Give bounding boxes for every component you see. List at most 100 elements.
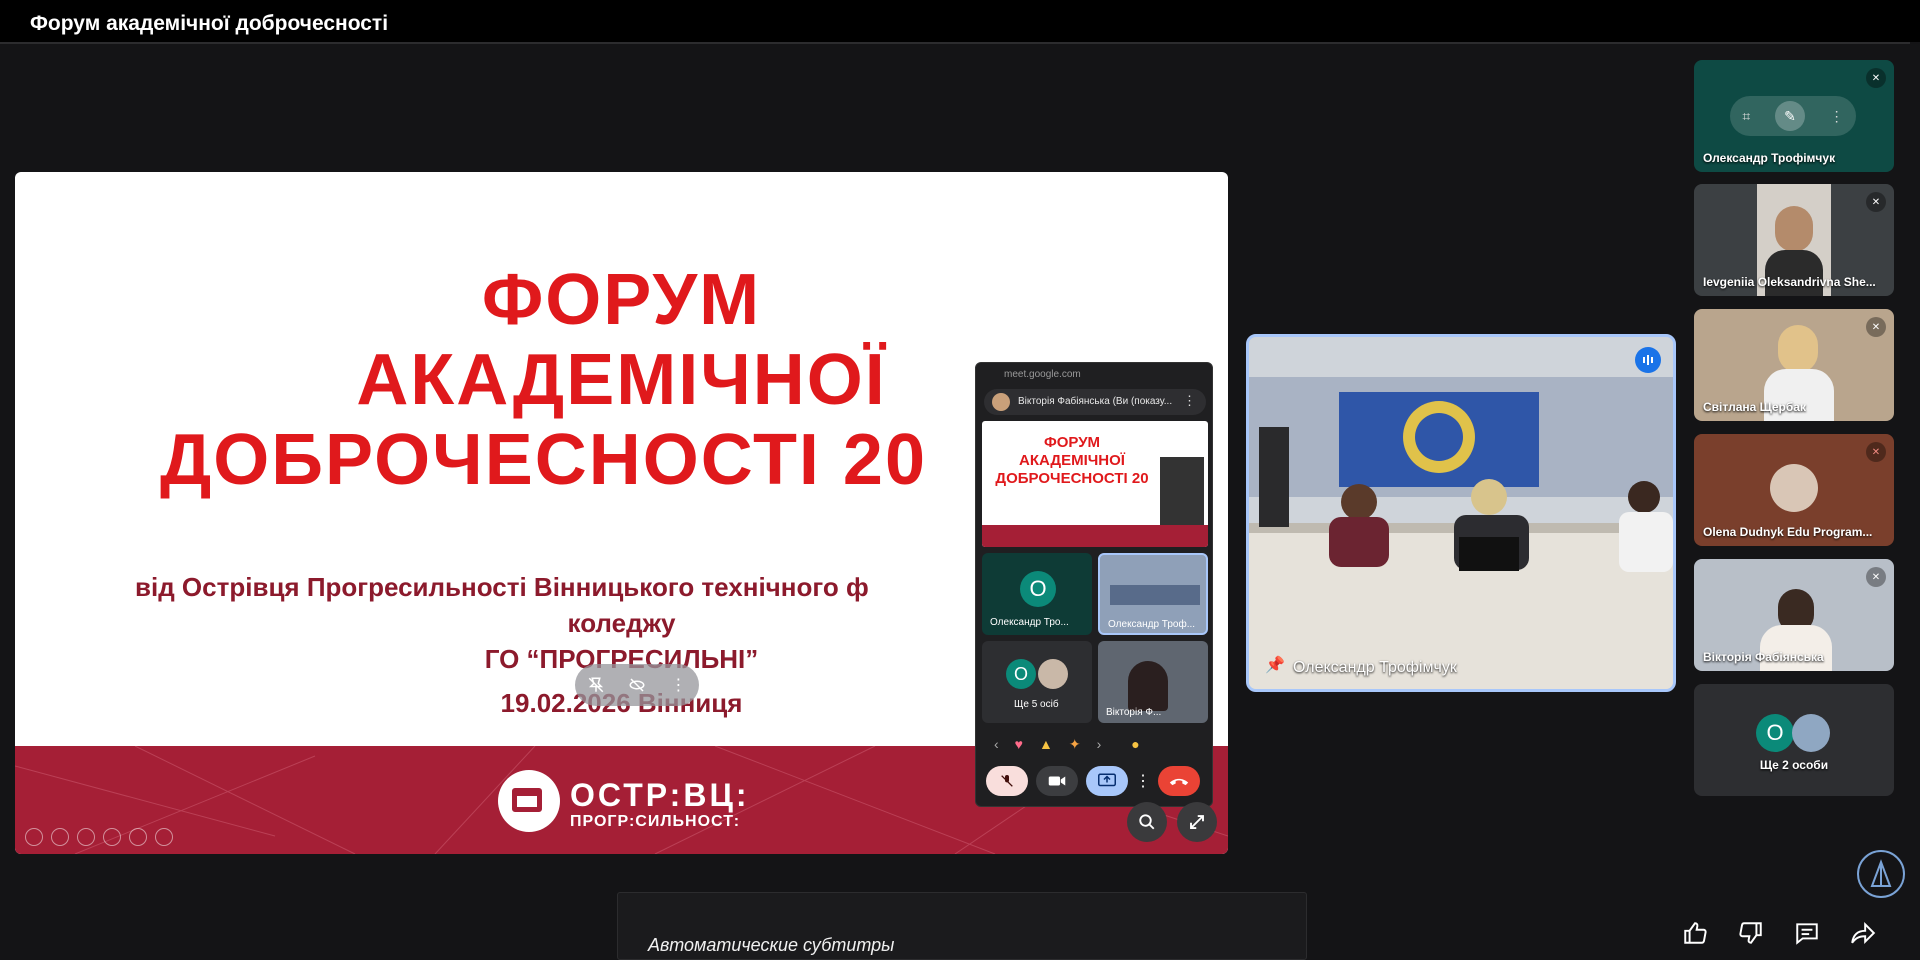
reactions-next-icon[interactable]: › [1097,736,1102,752]
mute-icon: ✕ [1866,192,1886,212]
participant-name: Олександр Трофімчук [1703,151,1836,165]
mini-recursive-screen [1160,457,1204,525]
presenter-avatar [992,393,1010,411]
camera-scene [1249,337,1673,689]
presenter-more-icon[interactable]: ⋮ [1183,393,1196,409]
more-participants-photo [1792,714,1830,752]
pip-tile-4-name: Вікторія Ф... [1106,707,1162,718]
title-bar: Форум академічної доброчесності [0,0,1920,42]
participant-name: Світлана Щербак [1703,400,1806,414]
party-reaction-icon[interactable]: ✦ [1069,736,1081,753]
participant-tile-3[interactable]: ✕ Світлана Щербак [1694,309,1894,421]
pin-off-icon[interactable] [586,675,606,695]
like-icon[interactable] [1680,918,1710,948]
pip-tile-more-photo [1038,659,1068,689]
mute-icon: ✕ [1866,68,1886,88]
pip-tile-2[interactable]: Олександр Троф... [1098,553,1208,635]
slide-title-line1: ФОРУМ [481,260,762,340]
participant-name: Ievgeniia Oleksandrivna She... [1703,275,1876,289]
pip-tile-2-name: Олександр Троф... [1108,619,1196,630]
slide-nav-controls [25,828,173,846]
heart-reaction-icon[interactable]: ♥ [1015,736,1023,752]
grid-icon[interactable] [103,828,121,846]
pip-tile-4[interactable]: Вікторія Ф... [1098,641,1208,723]
pip-tile-1-name: Олександр Тро... [990,617,1069,628]
next-slide-icon[interactable] [51,828,69,846]
meet-pip-window[interactable]: meet.google.com Вікторія Фабіянська (Ви … [975,362,1213,807]
thumbs-up-reaction-icon[interactable]: ▲ [1039,736,1053,752]
dislike-icon[interactable] [1736,918,1766,948]
main-camera-tile[interactable]: 📌 Олександр Трофімчук [1246,334,1676,692]
presenter-row[interactable]: Вікторія Фабіянська (Ви (показу... ⋮ [984,389,1206,415]
more-participants-label: Ще 2 особи [1759,758,1829,772]
pip-tile-more-avatar: О [1006,659,1036,689]
camera-button[interactable] [1036,766,1078,796]
mute-icon: ✕ [1866,317,1886,337]
participant-tile-4[interactable]: ✕ Olena Dudnyk Edu Program... [1694,434,1894,546]
mute-icon: ✕ [1866,442,1886,462]
pip-tile-more[interactable]: О Ще 5 осіб [982,641,1092,723]
pip-url: meet.google.com [1004,369,1081,380]
tile-controls: ⌗ ✎ ⋮ [1730,96,1856,136]
participant-video [1778,325,1818,373]
prev-slide-icon[interactable] [25,828,43,846]
participant-tile-more[interactable]: О Ще 2 особи [1694,684,1894,796]
mini-footer [982,525,1208,547]
pip-mini-slide: ФОРУМ АКАДЕМІЧНОЇ ДОБРОЧЕСНОСТІ 20 [982,421,1208,547]
channel-watermark-icon [1857,850,1905,898]
slide-subtitle-line1: від Острівця Прогресильності Вінницького… [135,572,869,602]
fullscreen-icon[interactable] [1177,802,1217,842]
speaking-indicator-icon [1635,347,1661,373]
more-participants-avatar: О [1756,714,1794,752]
present-button[interactable] [1086,766,1128,796]
tile-hover-toolbar: ⋮ [575,664,699,706]
zoom-slide-icon[interactable] [129,828,147,846]
participant-name: Вікторія Фабіянська [1703,650,1824,664]
reaction-row: ‹ ♥ ▲ ✦ › ● [994,735,1200,753]
participant-tile-5[interactable]: ✕ Вікторія Фабіянська [1694,559,1894,671]
main-camera-name: Олександр Трофімчук [1293,659,1457,676]
more-options-icon[interactable] [155,828,173,846]
video-actions [1680,918,1878,948]
more-vert-icon[interactable]: ⋮ [668,675,688,695]
title-divider [0,42,1910,44]
hide-tile-icon[interactable] [627,675,647,695]
end-call-icon [1169,778,1189,786]
logo-text-main: ОСТР:ВЦ: [570,777,750,813]
pip-tile-1-avatar: О [1020,571,1056,607]
islands-logo-icon [498,770,560,832]
participant-name: Olena Dudnyk Edu Program... [1703,525,1873,539]
comment-icon[interactable] [1792,918,1822,948]
reactions-prev-icon[interactable]: ‹ [994,736,999,752]
end-call-button[interactable] [1158,766,1200,796]
pip-tile-2-scene [1110,585,1200,605]
pip-tile-1[interactable]: О Олександр Тро... [982,553,1092,635]
pen-icon[interactable] [77,828,95,846]
window-title: Форум академічної доброчесності [30,12,389,35]
logo-text-sub: ПРОГР:СИЛЬНОСТ: [570,813,741,830]
camera-icon [1048,776,1066,786]
tile-more-icon[interactable]: ⋮ [1830,108,1844,125]
mini-title-line2: АКАДЕМІЧНОЇ [1019,452,1125,469]
participant-tile-1[interactable]: ⌗ ✎ ⋮ ✕ Олександр Трофімчук [1694,60,1894,172]
captions-box: Автоматические субтитры [617,892,1307,960]
edit-icon[interactable]: ✎ [1774,101,1805,131]
participant-tile-2[interactable]: ✕ Ievgeniia Oleksandrivna She... [1694,184,1894,296]
mic-off-button[interactable] [986,766,1028,796]
zoom-icon[interactable] [1127,802,1167,842]
mini-title-line3: ДОБРОЧЕСНОСТІ 20 [995,470,1149,487]
call-controls: ⋮ [986,766,1200,796]
pip-tile-4-person [1128,661,1168,711]
more-icon[interactable]: ⋮ [1135,766,1151,796]
emoji-picker-icon[interactable]: ● [1131,736,1139,752]
frame-icon[interactable]: ⌗ [1742,108,1750,125]
participant-avatar [1770,464,1818,512]
mini-title-line1: ФОРУМ [1043,434,1101,451]
captions-text: Автоматические субтитры [648,935,895,955]
pin-icon[interactable]: 📌 [1265,655,1285,675]
share-icon[interactable] [1848,918,1878,948]
present-icon [1098,773,1116,787]
presenter-name: Вікторія Фабіянська (Ви (показу... [1018,396,1173,407]
mic-off-icon [1001,775,1013,787]
mute-icon: ✕ [1866,567,1886,587]
